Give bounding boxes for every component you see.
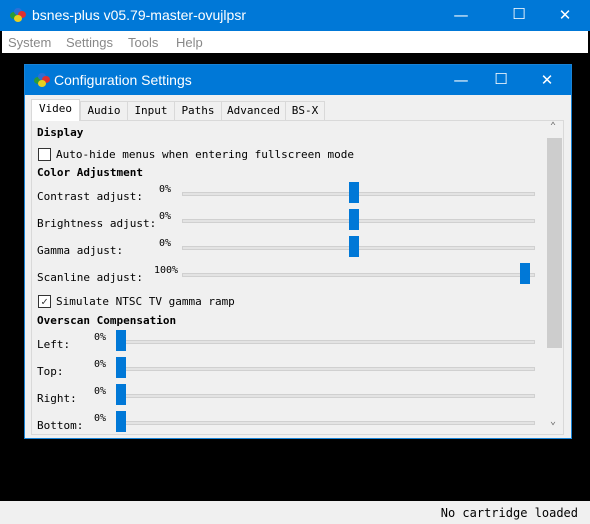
checkmark-icon: ✓ [41,295,48,308]
scanline-label: Scanline adjust: [37,271,143,284]
tab-bsx[interactable]: BS-X [285,101,325,121]
bottom-value: 0% [94,413,107,424]
overscan-heading: Overscan Compensation [37,314,177,327]
scanline-slider-handle[interactable] [520,263,530,284]
dialog-title-bar: Configuration Settings — ☐ ✕ [25,65,571,95]
brightness-slider-track[interactable] [182,219,535,223]
color-adjustment-heading: Color Adjustment [37,166,143,179]
left-slider-track[interactable] [116,340,535,344]
contrast-label: Contrast adjust: [37,190,143,203]
left-label: Left: [37,338,71,351]
top-slider-track[interactable] [116,367,535,371]
menu-bar: System Settings Tools Help [2,31,588,53]
left-value: 0% [94,332,107,343]
top-slider-handle[interactable] [116,357,126,378]
menu-help[interactable]: Help [176,35,203,50]
dialog-title: Configuration Settings [54,72,192,88]
gamma-value: 0% [159,238,172,249]
scroll-down-icon[interactable]: ⌄ [550,416,556,427]
menu-tools[interactable]: Tools [128,35,158,50]
status-bar: No cartridge loaded [0,501,590,524]
right-label: Right: [37,392,77,405]
bottom-label: Bottom: [37,419,84,432]
bottom-slider-track[interactable] [116,421,535,425]
gamma-slider-track[interactable] [182,246,535,250]
dialog-maximize-button[interactable]: ☐ [478,70,524,88]
autohide-checkbox[interactable] [38,148,51,161]
window-title: bsnes-plus v05.79-master-ovujlpsr [32,7,246,23]
menu-system[interactable]: System [8,35,51,50]
vertical-scrollbar[interactable]: ⌃ ⌄ [546,121,563,434]
top-label: Top: [37,365,64,378]
autohide-label: Auto-hide menus when entering fullscreen… [56,148,355,161]
tab-video[interactable]: Video [31,99,80,121]
video-settings-panel: Display Auto-hide menus when entering fu… [31,120,564,435]
brightness-value: 0% [159,211,172,222]
right-value: 0% [94,386,107,397]
dialog-logo-icon [34,73,50,87]
ntsc-checkbox[interactable]: ✓ [38,295,51,308]
tab-advanced[interactable]: Advanced [221,101,286,121]
minimize-button[interactable]: — [438,6,484,24]
right-slider-track[interactable] [116,394,535,398]
maximize-button[interactable]: ☐ [496,5,542,23]
close-button[interactable]: ✕ [542,6,588,24]
scrollbar-thumb[interactable] [547,138,562,348]
status-text: No cartridge loaded [440,506,578,520]
left-slider-handle[interactable] [116,330,126,351]
contrast-value: 0% [159,184,172,195]
configuration-dialog: Configuration Settings — ☐ ✕ Video Audio… [24,64,572,439]
display-heading: Display [37,126,84,139]
brightness-label: Brightness adjust: [37,217,157,230]
right-slider-handle[interactable] [116,384,126,405]
top-value: 0% [94,359,107,370]
contrast-slider-track[interactable] [182,192,535,196]
bottom-slider-handle[interactable] [116,411,126,432]
scroll-up-icon[interactable]: ⌃ [550,121,556,132]
scanline-slider-track[interactable] [182,273,535,277]
dialog-close-button[interactable]: ✕ [524,71,570,89]
menu-settings[interactable]: Settings [66,35,113,50]
brightness-slider-handle[interactable] [348,209,359,230]
gamma-slider-handle[interactable] [348,236,359,257]
contrast-slider-handle[interactable] [348,182,359,203]
main-title-bar: bsnes-plus v05.79-master-ovujlpsr — ☐ ✕ [0,0,590,31]
tab-input[interactable]: Input [127,101,175,121]
tab-paths[interactable]: Paths [174,101,222,121]
ntsc-label: Simulate NTSC TV gamma ramp [56,295,235,308]
gamma-label: Gamma adjust: [37,244,124,257]
scanline-value: 100% [154,265,179,276]
app-logo-icon [10,8,26,22]
tab-audio[interactable]: Audio [80,101,128,121]
